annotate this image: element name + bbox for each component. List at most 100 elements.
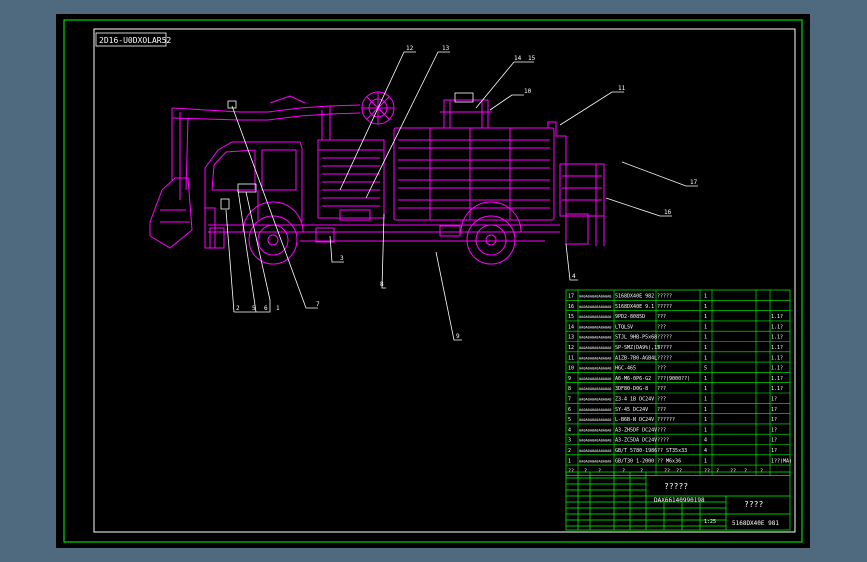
bom-row-no: 4 bbox=[568, 427, 571, 433]
callout-4: 4 bbox=[572, 273, 576, 280]
scale-cell: 1:25 bbox=[704, 519, 716, 525]
callout-9: 9 bbox=[456, 333, 460, 340]
bom-row-no: 17 bbox=[568, 294, 574, 300]
bom-row-qty: 1 bbox=[704, 355, 707, 361]
bom-row-code: 0A0A0A0A0A0A0A0 bbox=[579, 387, 611, 391]
bom-row-spec: 9PD2-8085D bbox=[615, 314, 645, 320]
bom-row-name: ????? bbox=[657, 335, 672, 341]
model-space bbox=[56, 14, 810, 548]
bom-row-name: ??? bbox=[657, 407, 666, 413]
bom-row-no: 9 bbox=[568, 376, 571, 382]
bom-row-name: ???(9000??) bbox=[657, 376, 690, 382]
bom-row-spec: HGC-465 bbox=[615, 366, 636, 372]
bom-row-qty: 1 bbox=[704, 304, 707, 310]
bom-row-code: 0A0A0A0A0A0A0A0 bbox=[579, 398, 611, 402]
bom-row-name: ????? bbox=[657, 355, 672, 361]
bom-row-qty: 4 bbox=[704, 448, 707, 454]
drawing-stamp-text: 2D16-U0DXOLAR52 bbox=[99, 36, 171, 45]
bom-row-name: ??? bbox=[657, 386, 666, 392]
bom-row-spec: 3DF80-D0G-8 bbox=[615, 386, 648, 392]
callout-15: 15 bbox=[528, 55, 536, 62]
bom-row-spec: A3-ZC5DA DC24V bbox=[615, 438, 657, 444]
bom-row-no: 15 bbox=[568, 314, 574, 320]
bom-row-note: 1.1? bbox=[771, 355, 783, 361]
bom-row-spec: L-B6B-N DC24V bbox=[615, 417, 654, 423]
bom-row-no: 10 bbox=[568, 366, 574, 372]
callout-5: 5 bbox=[252, 305, 256, 312]
bom-row-code: 0A0A0A0A0A0A0A0 bbox=[579, 459, 611, 463]
bom-row-qty: 1 bbox=[704, 397, 707, 403]
bom-header-cell: ? bbox=[598, 469, 601, 475]
bom-header-cell: ? bbox=[716, 469, 719, 475]
bom-row-code: 0A0A0A0A0A0A0A0 bbox=[579, 418, 611, 422]
bom-row-name: ?? ST35x33 bbox=[657, 448, 687, 454]
bom-row-qty: 1 bbox=[704, 294, 707, 300]
bom-row-spec: A1ZB-7B0-AGB4L bbox=[615, 355, 657, 361]
callout-2: 2 bbox=[236, 305, 240, 312]
bom-row-no: 13 bbox=[568, 335, 574, 341]
code-cell: 5168DX40E 981 bbox=[732, 520, 779, 527]
bom-row-no: 8 bbox=[568, 386, 571, 392]
bom-row-no: 11 bbox=[568, 355, 574, 361]
bom-row-spec: SP-SMZ(DA9%),15 bbox=[615, 345, 660, 351]
bom-row-qty: 1 bbox=[704, 417, 707, 423]
callout-1: 1 bbox=[276, 305, 280, 312]
bom-row-qty: 1 bbox=[704, 335, 707, 341]
cad-drawing-viewport[interactable]: 2D16-U0DXOLAR52 12 13 14 15 10 11 17 16 … bbox=[0, 0, 867, 562]
bom-row-spec: GB/T 5780-1986 bbox=[615, 448, 657, 454]
callout-12: 12 bbox=[406, 45, 414, 52]
bom-row-qty: 1 bbox=[704, 314, 707, 320]
bom-row-spec: SY-45 DC24V bbox=[615, 407, 648, 413]
bom-row-no: 2 bbox=[568, 448, 571, 454]
bom-row-code: 0A0A0A0A0A0A0A0 bbox=[579, 305, 611, 309]
bom-row-note: 1? bbox=[771, 397, 777, 403]
callout-14: 14 bbox=[514, 55, 522, 62]
bom-row-code: 0A0A0A0A0A0A0A0 bbox=[579, 336, 611, 340]
drawing-number: DAX66140990198 bbox=[654, 497, 705, 504]
callout-10: 10 bbox=[524, 88, 532, 95]
bom-row-name: ??? bbox=[657, 314, 666, 320]
bom-row-name: ??? bbox=[657, 366, 666, 372]
bom-row-no: 6 bbox=[568, 407, 571, 413]
bom-row-name: ????? bbox=[657, 294, 672, 300]
callout-16: 16 bbox=[664, 209, 672, 216]
bom-header-cell: ?? bbox=[664, 469, 670, 475]
bom-row-code: 0A0A0A0A0A0A0A0 bbox=[579, 356, 611, 360]
bom-row-qty: 4 bbox=[704, 438, 707, 444]
bom-row-qty: 1 bbox=[704, 458, 707, 464]
bom-header-cell: ? bbox=[584, 469, 587, 475]
callout-13: 13 bbox=[442, 45, 450, 52]
bom-row-note: 1.1? bbox=[771, 345, 783, 351]
callout-3: 3 bbox=[340, 255, 344, 262]
bom-row-name: ??? bbox=[657, 397, 666, 403]
bom-row-code: 0A0A0A0A0A0A0A0 bbox=[579, 367, 611, 371]
bom-row-code: 0A0A0A0A0A0A0A0 bbox=[579, 315, 611, 319]
bom-row-note: 1.1? bbox=[771, 386, 783, 392]
bom-row-code: 0A0A0A0A0A0A0A0 bbox=[579, 449, 611, 453]
bom-row-note: 1? bbox=[771, 407, 777, 413]
bom-row-qty: 1 bbox=[704, 376, 707, 382]
bom-row-code: 0A0A0A0A0A0A0A0 bbox=[579, 428, 611, 432]
bom-header-cell: ?? bbox=[568, 469, 574, 475]
bom-row-no: 1 bbox=[568, 458, 571, 464]
bom-row-code: 0A0A0A0A0A0A0A0 bbox=[579, 408, 611, 412]
bom-row-note: 1.1? bbox=[771, 324, 783, 330]
bom-row-name: ??? bbox=[657, 427, 666, 433]
bom-row-note: 1? bbox=[771, 438, 777, 444]
bom-row-spec: STJL 9HB-P5x68 bbox=[615, 335, 657, 341]
bom-row-code: 0A0A0A0A0A0A0A0 bbox=[579, 325, 611, 329]
bom-header-cell: ? bbox=[622, 469, 625, 475]
bom-row-code: 0A0A0A0A0A0A0A0 bbox=[579, 377, 611, 381]
bom-header-cell: ?? bbox=[676, 469, 682, 475]
title-cell: ????? bbox=[664, 482, 688, 491]
bom-header-cell: ? bbox=[744, 469, 747, 475]
bom-row-qty: 1 bbox=[704, 386, 707, 392]
bom-row-note: 1? bbox=[771, 427, 777, 433]
bom-row-no: 12 bbox=[568, 345, 574, 351]
bom-row-name: ?? M6x36 bbox=[657, 458, 681, 464]
bom-row-spec: 5168DX40E 982 bbox=[615, 294, 654, 300]
bom-row-qty: 5 bbox=[704, 366, 707, 372]
bom-row-spec: Z3-4 1B DC24V bbox=[615, 397, 654, 403]
bom-header-cell: ? bbox=[760, 469, 763, 475]
bom-row-note: 1.1? bbox=[771, 314, 783, 320]
